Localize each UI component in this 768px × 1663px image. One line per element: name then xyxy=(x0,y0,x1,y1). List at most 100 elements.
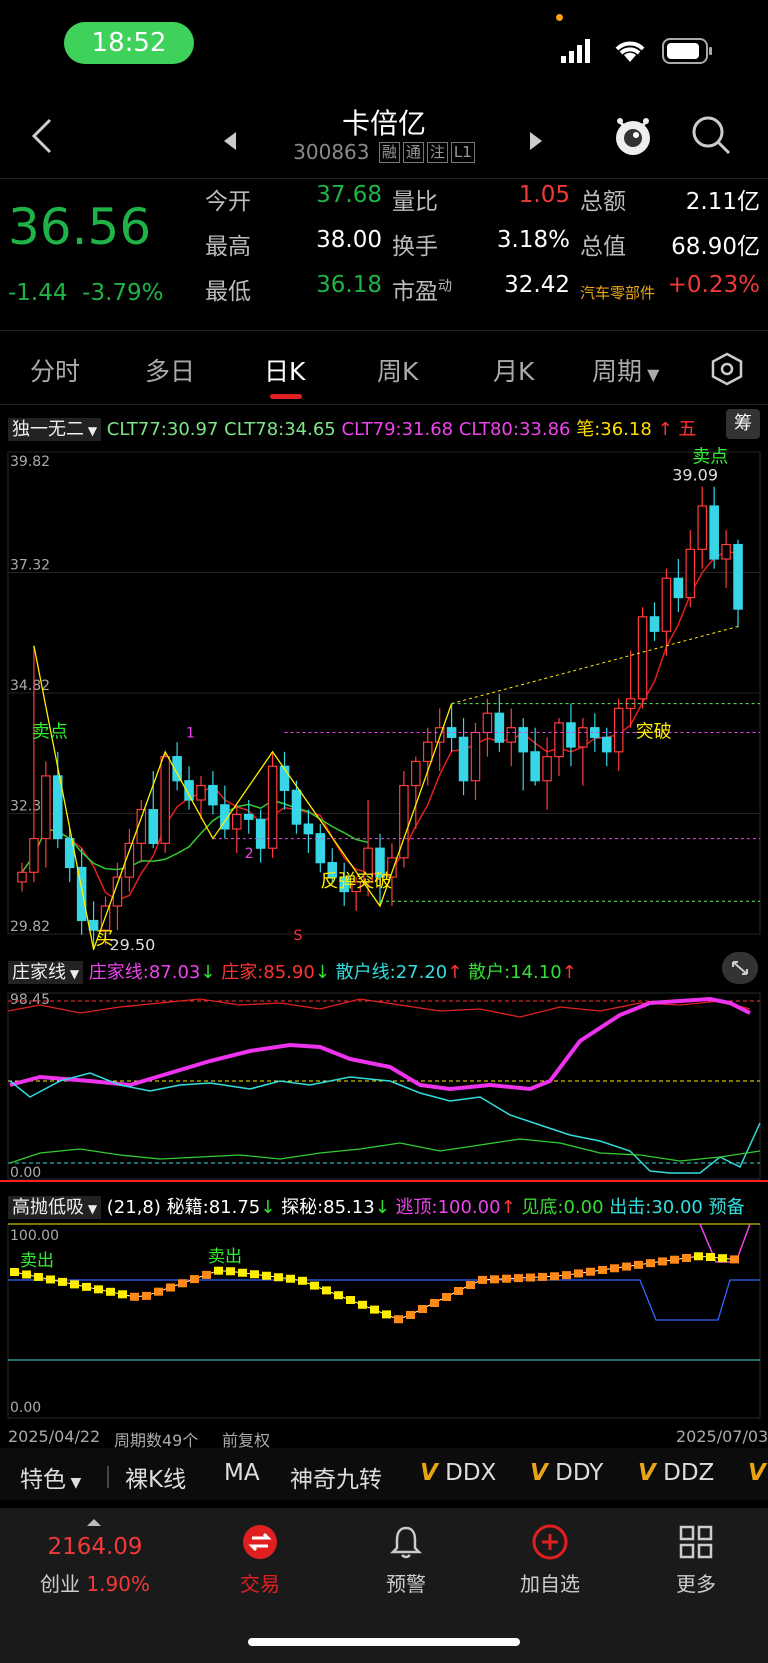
toolbar-naked-k[interactable]: 裸K线 xyxy=(125,1460,186,1494)
quote-label: 总额 xyxy=(580,189,626,215)
quote-label: 换手 xyxy=(392,234,438,260)
wave-block xyxy=(226,1267,235,1276)
wave-block xyxy=(142,1291,151,1300)
wave-block xyxy=(394,1315,403,1324)
tag-level1: L1 xyxy=(450,142,475,163)
tab-period-dropdown[interactable]: 周期 ▼ xyxy=(592,352,659,388)
wave-block xyxy=(598,1266,607,1274)
tab-intraday[interactable]: 分时 xyxy=(30,352,80,388)
wave-block xyxy=(466,1281,475,1289)
stroke-line xyxy=(33,645,453,950)
trend-arrow-icon: ↑ xyxy=(500,1197,516,1218)
candle-body xyxy=(422,741,433,763)
candle-body xyxy=(661,577,672,632)
wave-block xyxy=(418,1305,427,1313)
candle-body xyxy=(208,784,218,806)
wave-block xyxy=(178,1279,187,1288)
tab-weekly-k[interactable]: 周K xyxy=(377,352,418,388)
chart-settings-button[interactable] xyxy=(710,352,744,390)
indicator2-select[interactable]: 高抛低吸 ▼ xyxy=(8,1196,102,1219)
signal-icon xyxy=(560,38,596,68)
wave-block xyxy=(274,1273,283,1282)
nav-trade[interactable]: 交易 xyxy=(220,1568,300,1597)
candle-body xyxy=(709,505,719,560)
wave-block xyxy=(202,1270,211,1279)
home-indicator[interactable] xyxy=(248,1638,520,1646)
quote-label: 市盈动 xyxy=(392,278,452,305)
nav-more[interactable]: 更多 xyxy=(656,1568,736,1597)
special-indicator-dropdown[interactable]: 特色 ▼ xyxy=(20,1460,81,1494)
search-button[interactable] xyxy=(690,114,732,160)
prev-stock-button[interactable] xyxy=(222,130,238,156)
caret-left-icon xyxy=(224,132,236,150)
indicator-value: ↑ xyxy=(657,419,673,440)
wave-block xyxy=(22,1270,31,1279)
wave-block xyxy=(454,1287,463,1295)
toolbar-ddx[interactable]: V DDX xyxy=(420,1460,496,1486)
candle-body xyxy=(482,712,493,734)
tab-monthly-k[interactable]: 月K xyxy=(493,352,534,388)
indicator-value: 预备 xyxy=(708,1197,745,1218)
quote-label[interactable]: 汽车零部件 xyxy=(580,282,655,303)
tab-multiday[interactable]: 多日 xyxy=(145,352,195,388)
vip-v-icon: V xyxy=(638,1460,656,1486)
wave-block xyxy=(10,1268,19,1276)
index-info[interactable]: 创业 1.90% xyxy=(30,1568,160,1597)
candle-body xyxy=(458,736,469,782)
toolbar-ddz[interactable]: V DDZ xyxy=(638,1460,714,1486)
wave-block xyxy=(406,1311,415,1319)
wave-block xyxy=(262,1271,271,1280)
dropdown-caret-icon: ▼ xyxy=(84,1202,98,1216)
candle-body xyxy=(411,760,421,787)
main-indicator-select[interactable]: 独一无二 ▼ xyxy=(8,418,102,441)
kline-chart[interactable]: 39.8237.3234.8232.3229.82卖点卖点反弹突破突破买12S3… xyxy=(0,440,768,950)
candle-body xyxy=(685,548,696,599)
toolbar-ddy[interactable]: V DDY xyxy=(530,1460,603,1486)
wave-block xyxy=(286,1274,295,1283)
trend-arrow-icon: ↑ xyxy=(447,962,463,983)
candle-body xyxy=(673,577,684,599)
wave-block xyxy=(670,1255,679,1264)
indicator1-select[interactable]: 庄家线 ▼ xyxy=(8,961,84,984)
expand-icon xyxy=(732,961,748,975)
expand-indicator-button[interactable] xyxy=(722,952,758,984)
candle-body xyxy=(613,707,624,753)
toolbar-ma[interactable]: MA xyxy=(224,1460,260,1486)
dropdown-caret-icon: ▼ xyxy=(84,424,98,438)
indicator-value: 秘籍:81.75 xyxy=(166,1197,261,1218)
next-stock-button[interactable] xyxy=(528,130,544,156)
nav-alert[interactable]: 预警 xyxy=(366,1568,446,1597)
quote-value: 38.00 xyxy=(316,227,382,253)
chart-annotation: 反弹突破 xyxy=(320,871,392,892)
indicator2-y-top: 100.00 xyxy=(10,1228,59,1244)
tab-daily-k[interactable]: 日K xyxy=(264,352,305,388)
dropdown-caret-icon: ▼ xyxy=(66,967,80,981)
mascot-icon xyxy=(616,118,650,155)
wave-block xyxy=(586,1267,595,1276)
pe-type-superscript: 动 xyxy=(438,278,452,295)
more-grid-icon xyxy=(678,1524,714,1564)
quote-label: 量比 xyxy=(392,189,438,215)
nav-add-watchlist[interactable]: 加自选 xyxy=(500,1568,600,1597)
wave-block xyxy=(334,1291,343,1300)
quote-value: 68.90亿 xyxy=(671,234,760,260)
tag-margin: 融 xyxy=(378,142,400,163)
assistant-mascot-button[interactable] xyxy=(610,112,656,162)
expand-up-icon[interactable] xyxy=(86,1512,102,1531)
x-axis-start: 2025/04/22 xyxy=(8,1427,101,1446)
toolbar-magic-nine[interactable]: 神奇九转 xyxy=(290,1460,382,1494)
wave-block xyxy=(706,1253,715,1261)
candle-body xyxy=(530,751,540,782)
quote-label: 最高 xyxy=(205,234,251,260)
chip-distribution-button[interactable]: 筹 xyxy=(726,409,760,439)
wave-block xyxy=(34,1272,43,1281)
chart-annotation: 2 xyxy=(245,846,254,862)
indicator-value: 庄家线:87.03 xyxy=(88,962,201,983)
indicator-value: 逃顶:100.00 xyxy=(395,1197,501,1218)
wave-block xyxy=(610,1264,619,1273)
wave-block xyxy=(718,1254,727,1263)
chart-annotation: 突破 xyxy=(636,721,672,742)
candle-body xyxy=(554,722,564,758)
candle-body xyxy=(518,727,528,753)
index-value[interactable]: 2164.09 xyxy=(30,1534,160,1560)
